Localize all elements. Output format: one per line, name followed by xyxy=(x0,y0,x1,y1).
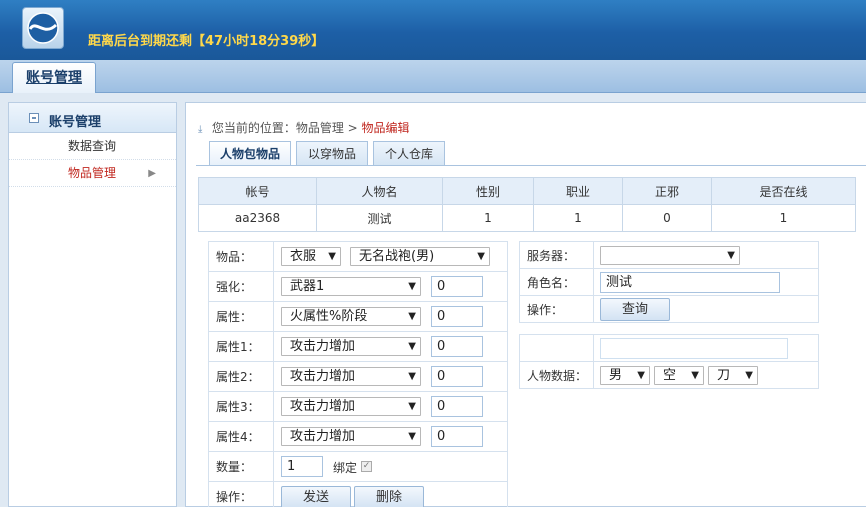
send-button[interactable]: 发送 xyxy=(281,486,351,507)
data-top-input[interactable] xyxy=(600,338,788,359)
attr4-select[interactable]: 攻击力增加 ▼ xyxy=(281,427,421,446)
logo xyxy=(22,7,64,49)
server-query-form: 服务器： ▼ 角色名： 测试 操作： 查询 xyxy=(519,241,819,323)
download-icon: ⤓ xyxy=(198,124,203,135)
chevron-down-icon: ▼ xyxy=(328,251,336,262)
server-label: 服务器： xyxy=(519,241,594,269)
attr2-select[interactable]: 攻击力增加 ▼ xyxy=(281,367,421,386)
character-data-label: 人物数据： xyxy=(519,361,594,389)
attr3-label: 属性3： xyxy=(208,391,274,422)
attr-select[interactable]: 火属性%阶段 ▼ xyxy=(281,307,421,326)
sidebar-header[interactable]: 账号管理 xyxy=(9,103,176,133)
item-edit-form: 物品： 衣服 ▼ 无名战袍(男) ▼ 强化： 武器1 ▼ 0 属性： 火属性%阶段 ▼ … xyxy=(208,241,508,507)
item-name-select[interactable]: 无名战袍(男) ▼ xyxy=(350,247,490,266)
attr-input[interactable]: 0 xyxy=(431,306,483,327)
attr1-label: 属性1： xyxy=(208,331,274,362)
chevron-down-icon: ▼ xyxy=(637,370,645,381)
sidebar-item-item-management[interactable]: 物品管理 ▶ xyxy=(9,160,176,187)
role-name-input[interactable]: 测试 xyxy=(600,272,780,293)
attr4-label: 属性4： xyxy=(208,421,274,452)
table-cell: 1 xyxy=(442,204,534,232)
attr2-label: 属性2： xyxy=(208,361,274,392)
chevron-down-icon: ▼ xyxy=(408,371,416,382)
chevron-down-icon: ▼ xyxy=(408,341,416,352)
column-header: 是否在线 xyxy=(711,177,856,205)
column-header: 人物名 xyxy=(316,177,443,205)
enhance-input[interactable]: 0 xyxy=(431,276,483,297)
top-tab-strip xyxy=(0,60,866,93)
quantity-label: 数量： xyxy=(208,451,274,482)
enhance-label: 强化： xyxy=(208,271,274,302)
table-row[interactable]: aa2368 测试 1 1 0 1 xyxy=(198,204,856,232)
chevron-down-icon: ▼ xyxy=(727,250,735,261)
character-table: 帐号 人物名 性别 职业 正邪 是否在线 aa2368 测试 1 1 0 1 xyxy=(198,177,856,232)
breadcrumb-prefix: 您当前的位置：物品管理 > xyxy=(211,121,362,135)
enhance-select[interactable]: 武器1 ▼ xyxy=(281,277,421,296)
status-select[interactable]: 空 ▼ xyxy=(654,366,704,385)
collapse-icon[interactable] xyxy=(29,113,39,123)
chevron-down-icon: ▼ xyxy=(408,431,416,442)
character-data-form: 人物数据： 男 ▼ 空 ▼ 刀 ▼ xyxy=(519,334,819,389)
chevron-down-icon: ▼ xyxy=(745,370,753,381)
bind-checkbox[interactable]: ✓ xyxy=(361,461,372,472)
tab-account-management[interactable]: 账号管理 xyxy=(12,62,96,93)
sidebar-title: 账号管理 xyxy=(49,115,102,130)
gender-select[interactable]: 男 ▼ xyxy=(600,366,650,385)
table-cell: aa2368 xyxy=(198,204,317,232)
role-name-label: 角色名： xyxy=(519,268,594,296)
column-header: 性别 xyxy=(442,177,534,205)
chevron-down-icon: ▼ xyxy=(408,281,416,292)
attr2-input[interactable]: 0 xyxy=(431,366,483,387)
attr4-input[interactable]: 0 xyxy=(431,426,483,447)
server-operation-label: 操作： xyxy=(519,295,594,323)
attr3-select[interactable]: 攻击力增加 ▼ xyxy=(281,397,421,416)
attr1-select[interactable]: 攻击力增加 ▼ xyxy=(281,337,421,356)
table-cell: 0 xyxy=(622,204,712,232)
tab-worn-items[interactable]: 以穿物品 xyxy=(296,141,368,166)
sidebar-item-data-query[interactable]: 数据查询 xyxy=(9,133,176,160)
column-header: 帐号 xyxy=(198,177,317,205)
bind-label: 绑定 xyxy=(333,461,358,475)
tab-divider xyxy=(196,165,866,166)
delete-button[interactable]: 删除 xyxy=(354,486,424,507)
empty-label xyxy=(519,334,594,362)
item-type-select[interactable]: 衣服 ▼ xyxy=(281,247,341,266)
quantity-input[interactable]: 1 xyxy=(281,456,323,477)
table-cell: 1 xyxy=(533,204,623,232)
table-header-row: 帐号 人物名 性别 职业 正邪 是否在线 xyxy=(198,177,856,205)
item-label: 物品： xyxy=(208,241,274,272)
chevron-down-icon: ▼ xyxy=(691,370,699,381)
main-panel: ⤓ 您当前的位置：物品管理 > 物品编辑 人物包物品 以穿物品 个人仓库 帐号 … xyxy=(185,102,866,507)
header-bar: 距离后台到期还剩【47小时18分39秒】 xyxy=(0,0,866,60)
sidebar-item-label: 物品管理 xyxy=(68,166,117,180)
chevron-down-icon: ▼ xyxy=(477,251,485,262)
breadcrumb-current: 物品编辑 xyxy=(361,121,410,135)
expiry-notice: 距离后台到期还剩【47小时18分39秒】 xyxy=(88,34,325,49)
table-cell: 1 xyxy=(711,204,856,232)
attr1-input[interactable]: 0 xyxy=(431,336,483,357)
tab-bag-items[interactable]: 人物包物品 xyxy=(209,141,291,166)
breadcrumb: ⤓ 您当前的位置：物品管理 > 物品编辑 xyxy=(198,119,410,136)
chevron-down-icon: ▼ xyxy=(408,401,416,412)
chevron-down-icon: ▼ xyxy=(408,311,416,322)
weapon-select[interactable]: 刀 ▼ xyxy=(708,366,758,385)
column-header: 正邪 xyxy=(622,177,712,205)
attr3-input[interactable]: 0 xyxy=(431,396,483,417)
sidebar: 账号管理 数据查询 物品管理 ▶ xyxy=(8,102,177,507)
operation-label: 操作： xyxy=(208,481,274,507)
server-select[interactable]: ▼ xyxy=(600,246,740,265)
attr-label: 属性： xyxy=(208,301,274,332)
tab-personal-warehouse[interactable]: 个人仓库 xyxy=(373,141,445,166)
query-button[interactable]: 查询 xyxy=(600,298,670,321)
column-header: 职业 xyxy=(533,177,623,205)
arrow-right-icon: ▶ xyxy=(148,168,156,179)
table-cell: 测试 xyxy=(316,204,443,232)
